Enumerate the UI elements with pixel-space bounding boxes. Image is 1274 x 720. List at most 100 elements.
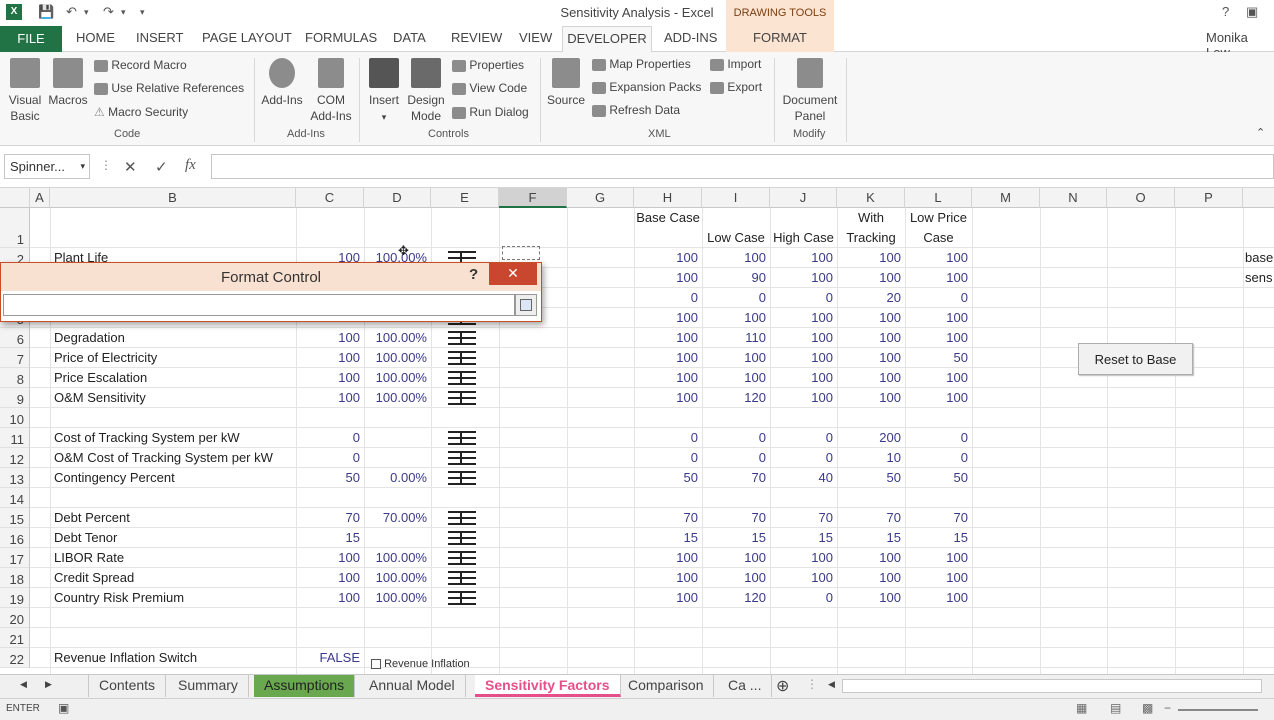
cancel-icon[interactable]: ✕ [124, 158, 137, 176]
sheet-tab-annual-model[interactable]: Annual Model [359, 675, 466, 697]
row-label[interactable]: LIBOR Rate [54, 548, 124, 568]
spinner-control[interactable] [448, 330, 476, 346]
sheet-tab-more[interactable]: Ca ... [718, 675, 773, 697]
case-value-cell[interactable]: 100 [634, 588, 702, 608]
case-value-cell[interactable]: 0 [634, 288, 702, 308]
case-value-cell[interactable]: 200 [837, 428, 905, 448]
case-value-cell[interactable]: 15 [702, 528, 770, 548]
insert-function-icon[interactable]: fx [185, 157, 196, 174]
row-label[interactable]: Contingency Percent [54, 468, 175, 488]
selected-spinner-control[interactable] [502, 246, 540, 260]
hscroll-left-icon[interactable]: ◀ [828, 679, 835, 690]
case-value-cell[interactable]: 120 [702, 588, 770, 608]
properties-button[interactable]: Properties [452, 58, 524, 72]
case-value-cell[interactable]: 70 [702, 468, 770, 488]
cell-c-value[interactable]: 0 [296, 448, 364, 468]
case-value-cell[interactable]: 110 [702, 328, 770, 348]
column-header-l[interactable]: L [905, 188, 972, 208]
case-value-cell[interactable]: 0 [770, 588, 837, 608]
design-mode-button[interactable]: Design Mode [405, 58, 447, 124]
case-value-cell[interactable]: 0 [634, 428, 702, 448]
column-header-c[interactable]: C [296, 188, 364, 208]
sheet-tab-assumptions[interactable]: Assumptions [254, 675, 356, 697]
case-value-cell[interactable]: 100 [634, 368, 702, 388]
case-value-cell[interactable]: 50 [837, 468, 905, 488]
reset-to-base-button[interactable]: Reset to Base [1078, 343, 1193, 375]
tab-splitter-icon[interactable]: ⋮ [806, 677, 818, 691]
tab-insert[interactable]: INSERT [136, 30, 183, 45]
com-add-ins-button[interactable]: COM Add-Ins [306, 58, 356, 124]
cell-d-percent[interactable]: 100.00% [364, 548, 431, 568]
column-header-a[interactable]: A [30, 188, 50, 208]
column-header-p[interactable]: P [1175, 188, 1243, 208]
case-value-cell[interactable]: 70 [837, 508, 905, 528]
enter-icon[interactable]: ✓ [155, 158, 168, 176]
insert-control-button[interactable]: Insert ▾ [364, 58, 404, 125]
cell-c-value[interactable]: 70 [296, 508, 364, 528]
cell-c-value[interactable]: FALSE [296, 648, 364, 668]
case-value-cell[interactable]: 90 [702, 268, 770, 288]
tab-file[interactable]: FILE [0, 26, 62, 52]
case-value-cell[interactable]: 100 [702, 568, 770, 588]
case-value-cell[interactable]: 50 [634, 468, 702, 488]
row-label[interactable]: Country Risk Premium [54, 588, 184, 608]
case-value-cell[interactable]: 100 [905, 588, 972, 608]
formula-input[interactable] [211, 154, 1274, 179]
case-value-cell[interactable]: 0 [702, 448, 770, 468]
case-value-cell[interactable]: 100 [905, 568, 972, 588]
row-label[interactable]: Debt Tenor [54, 528, 117, 548]
spinner-control[interactable] [448, 450, 476, 466]
scroll-tabs-left-icon[interactable]: ◀ [20, 679, 27, 690]
case-value-cell[interactable]: 100 [634, 308, 702, 328]
cell-c-value[interactable]: 50 [296, 468, 364, 488]
case-value-cell[interactable]: 50 [905, 468, 972, 488]
header-high-case[interactable]: High Case [770, 228, 837, 248]
case-value-cell[interactable]: 10 [837, 448, 905, 468]
case-value-cell[interactable]: 15 [837, 528, 905, 548]
select-all-corner[interactable] [0, 188, 30, 208]
spinner-control[interactable] [448, 350, 476, 366]
row-header[interactable]: 10 [0, 408, 30, 428]
case-value-cell[interactable]: 100 [905, 248, 972, 268]
dialog-close-button[interactable]: ✕ [489, 263, 537, 285]
scroll-tabs-right-icon[interactable]: ▶ [45, 679, 52, 690]
cell-d-percent[interactable]: 100.00% [364, 368, 431, 388]
case-value-cell[interactable]: 100 [770, 308, 837, 328]
row-header[interactable]: 12 [0, 448, 30, 468]
cell-c-value[interactable]: 100 [296, 348, 364, 368]
cell-link-input[interactable] [3, 294, 515, 316]
case-value-cell[interactable]: 100 [837, 308, 905, 328]
zoom-out-icon[interactable]: − [1164, 701, 1171, 715]
case-value-cell[interactable]: 100 [634, 548, 702, 568]
tab-add-ins[interactable]: ADD-INS [664, 30, 717, 45]
case-value-cell[interactable]: 100 [905, 328, 972, 348]
column-header-o[interactable]: O [1107, 188, 1175, 208]
cell-d-percent[interactable]: 100.00% [364, 388, 431, 408]
column-header-k[interactable]: K [837, 188, 905, 208]
side-note-cell[interactable]: sens [1245, 268, 1272, 288]
case-value-cell[interactable]: 100 [634, 328, 702, 348]
case-value-cell[interactable]: 0 [770, 288, 837, 308]
row-label[interactable]: Price of Electricity [54, 348, 157, 368]
map-properties-button[interactable]: Map Properties [592, 57, 691, 71]
case-value-cell[interactable]: 0 [702, 288, 770, 308]
ribbon-display-icon[interactable]: ▣ [1246, 4, 1258, 20]
case-value-cell[interactable]: 100 [702, 248, 770, 268]
case-value-cell[interactable]: 100 [837, 588, 905, 608]
macro-recording-icon[interactable]: ▣ [58, 701, 69, 715]
normal-view-icon[interactable]: ▦ [1076, 701, 1087, 715]
case-value-cell[interactable]: 70 [634, 508, 702, 528]
expansion-packs-button[interactable]: Expansion Packs [592, 80, 701, 94]
case-value-cell[interactable]: 0 [905, 448, 972, 468]
case-value-cell[interactable]: 120 [702, 388, 770, 408]
new-sheet-icon[interactable]: ⊕ [776, 676, 789, 696]
import-button[interactable]: Import [710, 57, 761, 71]
row-header[interactable]: 1 [0, 208, 30, 248]
sheet-tab-contents[interactable]: Contents [88, 675, 167, 697]
row-header[interactable]: 11 [0, 428, 30, 448]
header-base-case[interactable]: Base Case [634, 208, 702, 248]
header-with-tracking[interactable]: With Tracking [837, 208, 905, 248]
spinner-control[interactable] [448, 550, 476, 566]
column-header-h[interactable]: H [634, 188, 702, 208]
row-header[interactable]: 18 [0, 568, 30, 588]
